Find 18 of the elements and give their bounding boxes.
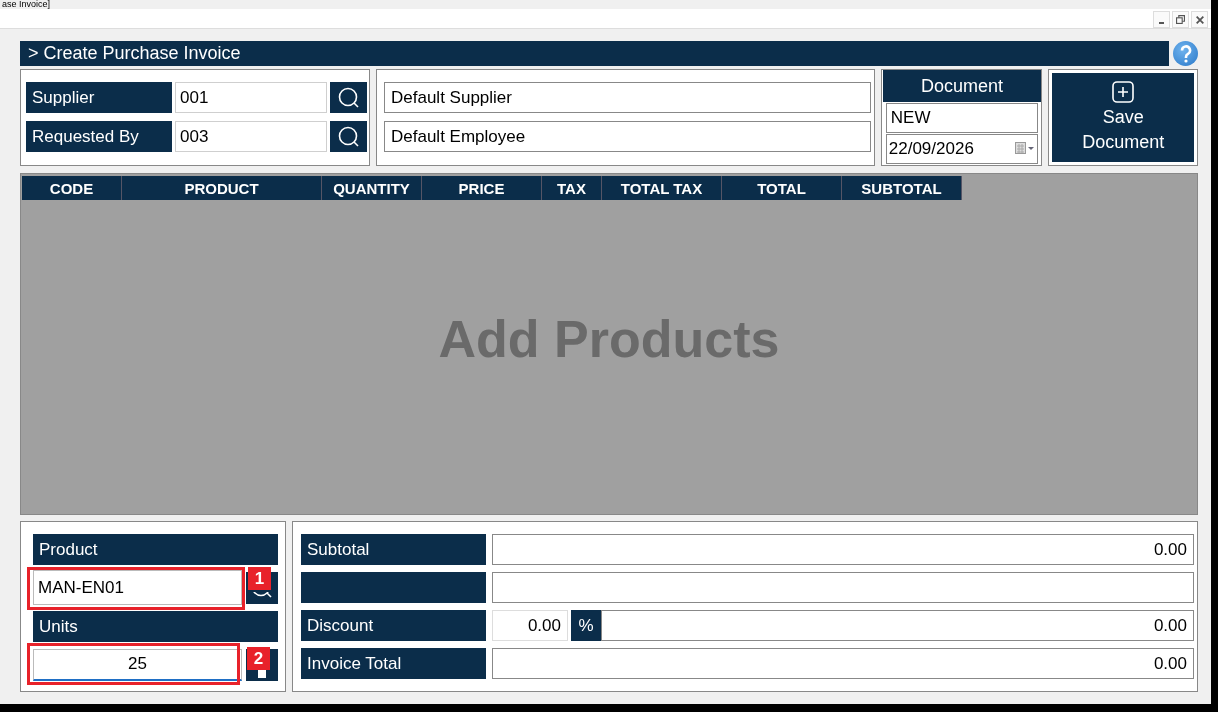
field-label: Units: [33, 611, 278, 642]
step-number-tooltip: 1: [248, 567, 271, 590]
document-number-field: NEW: [885, 103, 1039, 133]
amount-field: 0.00: [492, 648, 1194, 679]
field-label: Requested By: [26, 121, 172, 152]
amount-field: 0.00: [601, 610, 1194, 641]
name-field: Default Employee: [384, 121, 871, 152]
document-heading: Document: [882, 70, 1042, 102]
step-number-tooltip: 2: [247, 647, 270, 670]
field-label: Product: [33, 534, 278, 565]
total-label: Invoice Total: [301, 648, 486, 679]
total-label: Discount: [301, 610, 486, 641]
total-label: Subtotal: [301, 534, 486, 565]
window-title: ase Invoice]: [2, 0, 51, 9]
page-title-bar: > Create Purchase Invoice: [20, 41, 1169, 66]
name-field: Default Supplier: [384, 82, 871, 113]
amount-field: 0.00: [492, 534, 1194, 565]
field-label: Supplier: [26, 82, 172, 113]
